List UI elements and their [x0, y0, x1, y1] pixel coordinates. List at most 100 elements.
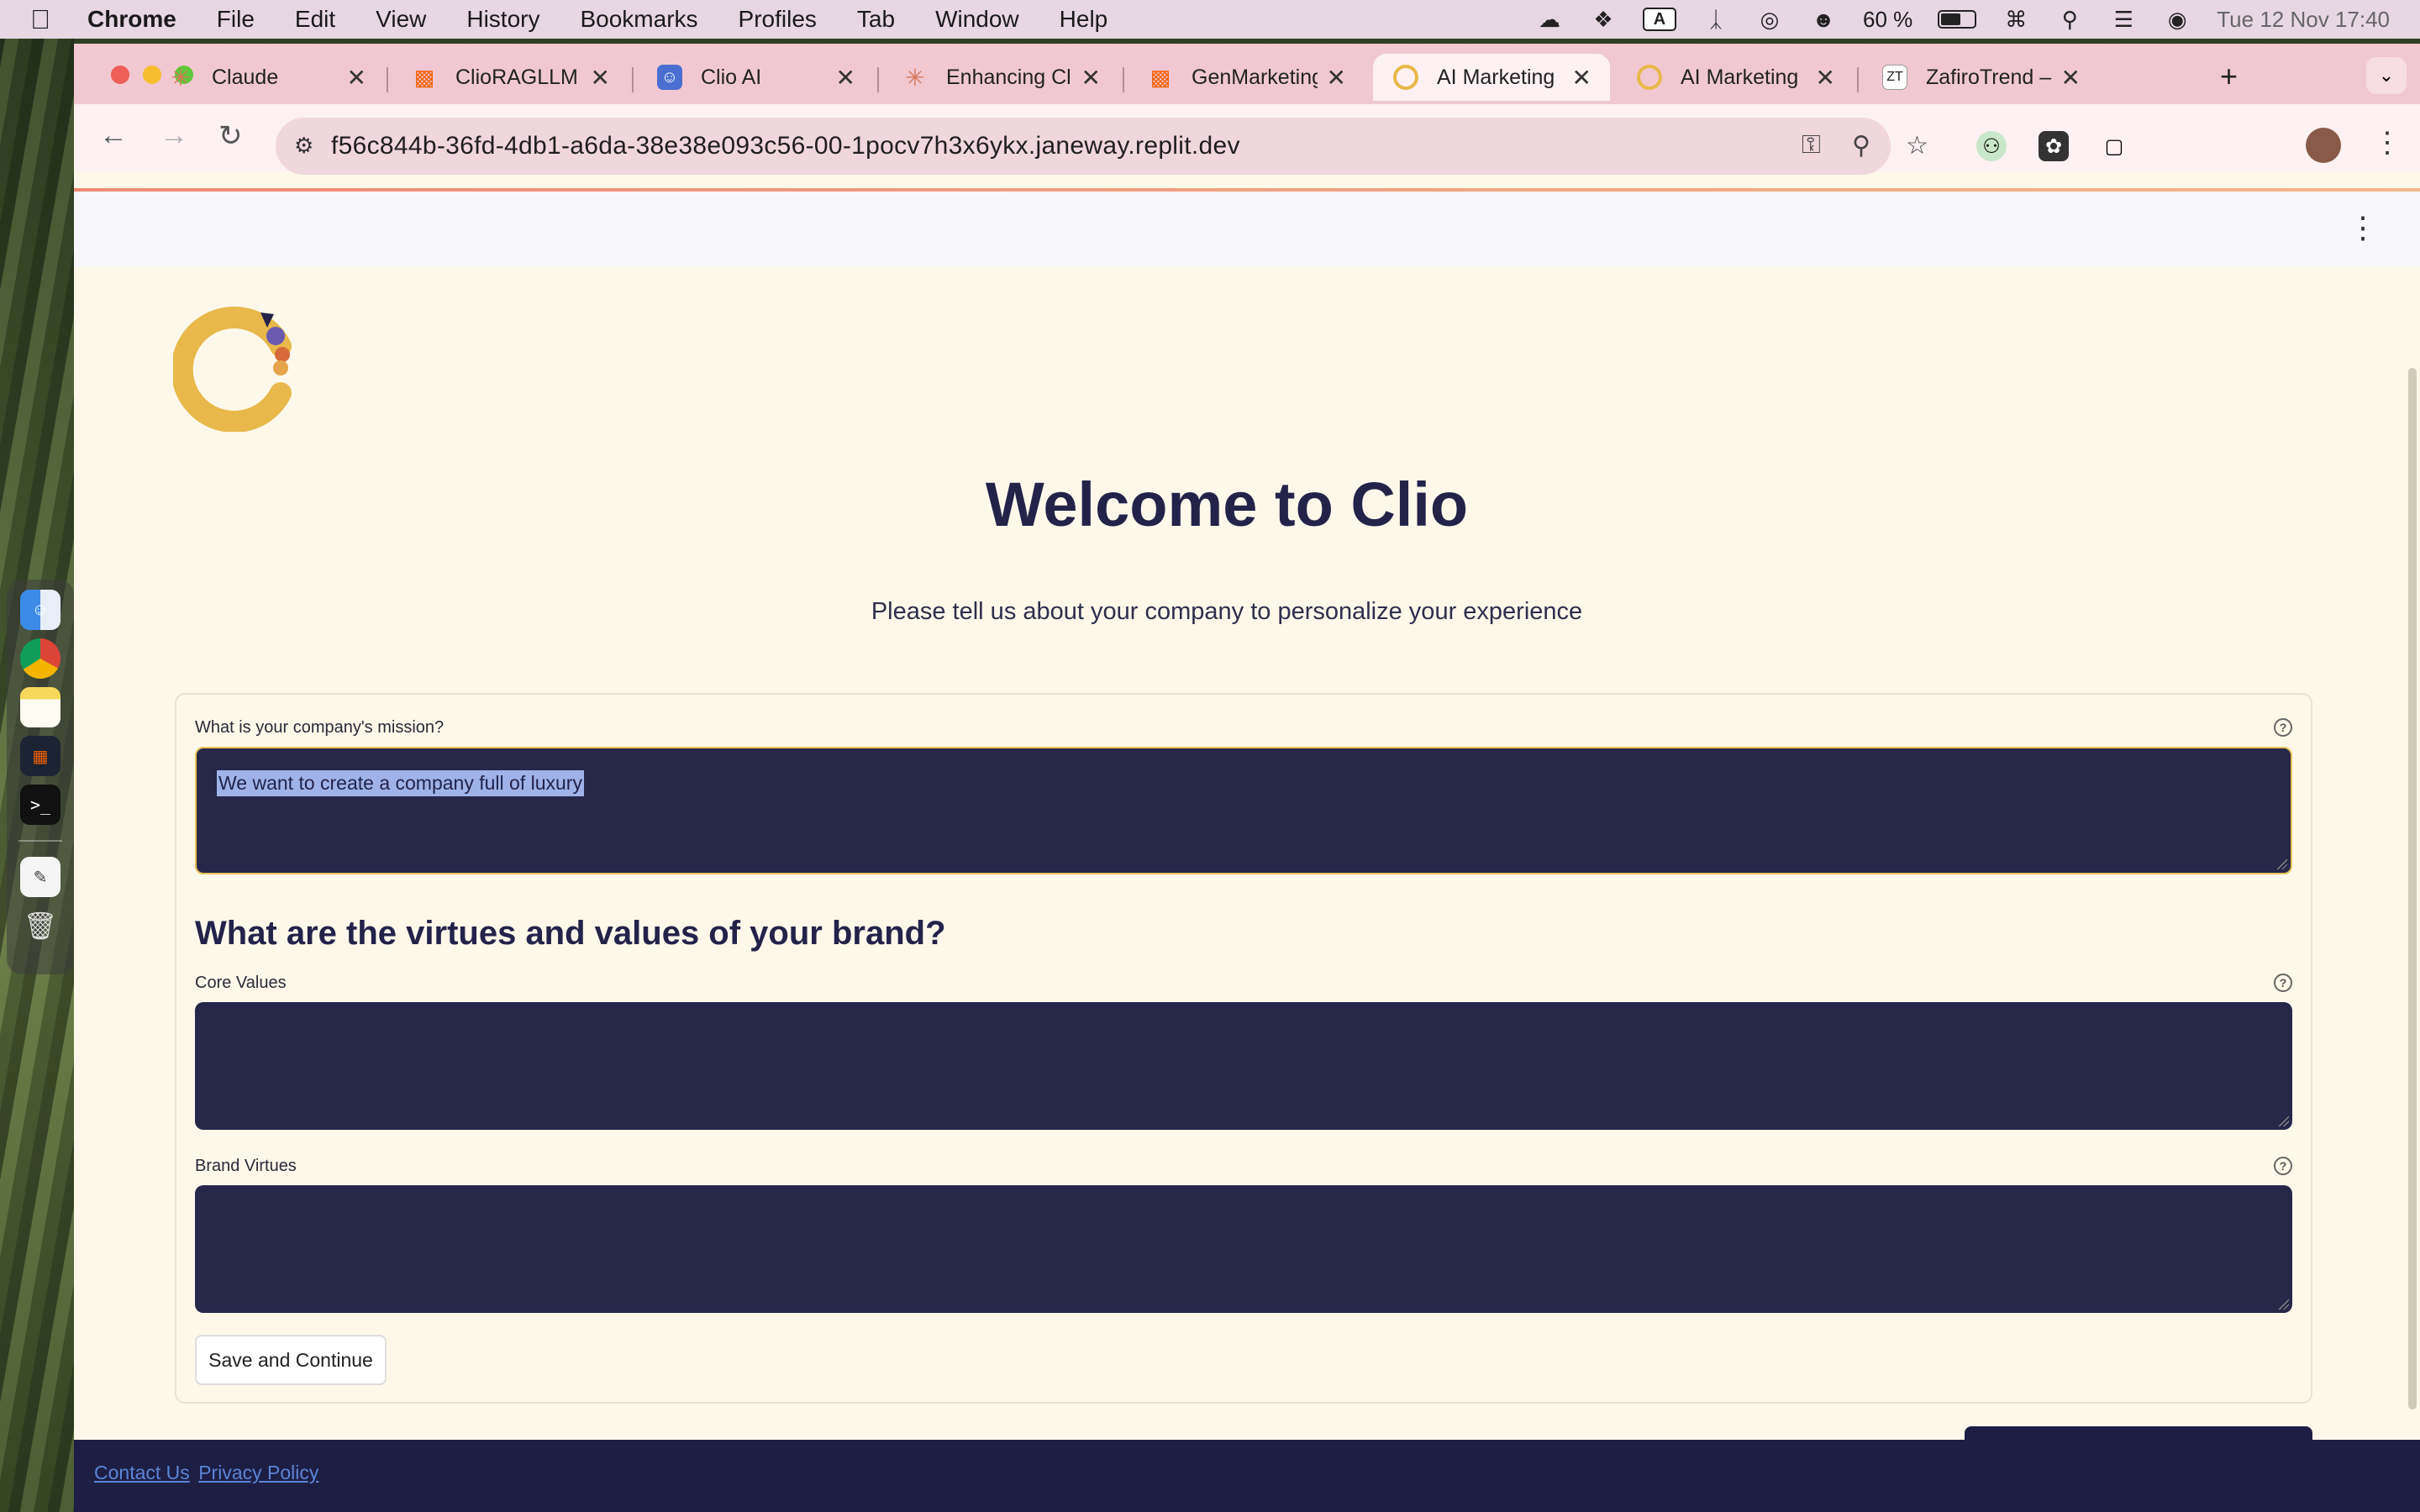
control-center-icon[interactable]: ☰ [2109, 7, 2138, 32]
resize-grip-icon[interactable] [2277, 1298, 2289, 1310]
tab-separator [1123, 67, 1124, 92]
page-scrollbar[interactable] [2408, 368, 2417, 1410]
brand-virtues-label: Brand Virtues [195, 1157, 297, 1175]
menu-bookmarks[interactable]: Bookmarks [580, 6, 697, 33]
tab-search-chevron-icon[interactable]: ⌄ [2366, 57, 2407, 94]
battery-icon[interactable] [1938, 10, 1977, 29]
input-source-icon[interactable]: A [1643, 8, 1676, 31]
tab-title: Enhancing Cli [946, 65, 1072, 89]
mission-text[interactable]: We want to create a company full of luxu… [217, 770, 584, 796]
browser-tab[interactable]: AI Marketing ✕ [1373, 54, 1610, 101]
save-and-continue-button[interactable]: Save and Continue [195, 1335, 387, 1385]
tab-separator [387, 67, 388, 92]
app-header: ⋮ [74, 192, 2420, 267]
tab-close-icon[interactable]: ✕ [591, 64, 610, 92]
forward-arrow-icon[interactable]: → [160, 119, 188, 152]
core-values-textarea[interactable] [195, 1002, 2292, 1130]
browser-tab[interactable]: ▩ GenMarketing ✕ [1128, 54, 1365, 101]
menu-help[interactable]: Help [1060, 6, 1108, 33]
site-info-icon[interactable]: ⚙ [294, 133, 313, 159]
claude-icon: ✳ [905, 64, 925, 91]
tab-title: AI Marketing [1681, 65, 1799, 89]
menu-window[interactable]: Window [935, 6, 1019, 33]
brand-virtues-textarea[interactable] [195, 1185, 2292, 1313]
dropbox-icon[interactable]: ❖ [1589, 7, 1618, 32]
browser-tab[interactable]: ✳ Enhancing Cli ✕ [882, 54, 1119, 101]
profile-avatar[interactable] [2306, 128, 2341, 163]
dock-separator [18, 840, 62, 842]
privacy-policy-link[interactable]: Privacy Policy [198, 1462, 318, 1483]
extension-bot-icon[interactable]: ⚇ [1976, 131, 2007, 161]
address-bar[interactable]: ⚙ f56c844b-36fd-4db1-a6da-38e38e093c56-0… [276, 118, 1928, 175]
macos-menubar:  Chrome File Edit View History Bookmark… [0, 0, 2420, 39]
menu-history[interactable]: History [466, 6, 539, 33]
apple-icon[interactable]:  [30, 4, 64, 35]
textedit-icon[interactable]: ✎ [20, 857, 60, 897]
core-values-help-icon[interactable]: ? [2274, 974, 2292, 992]
menu-app-name[interactable]: Chrome [87, 6, 176, 33]
tab-strip: ✳ Claude ✕ ▩ ClioRAGLLM - ✕ ☺ Clio AI ✕ ✳ Enhancin… [74, 44, 2420, 104]
password-key-icon[interactable]: ⚿ [1802, 131, 1821, 160]
contact-us-link[interactable]: Contact Us [94, 1462, 190, 1483]
tab-title: ClioRAGLLM - [455, 65, 581, 89]
tab-close-icon[interactable]: ✕ [2061, 64, 2081, 92]
mission-label: What is your company's mission? [195, 718, 445, 737]
clio-icon [1393, 65, 1418, 90]
terminal-icon[interactable]: >_ [20, 785, 60, 825]
openai-extension-icon[interactable]: ✿ [2039, 131, 2069, 161]
finder-icon[interactable]: ☺ [20, 590, 60, 630]
extensions-puzzle-icon[interactable]: ▢ [2099, 131, 2129, 161]
zt-icon: ZT [1882, 65, 1907, 90]
tab-title: GenMarketing [1192, 65, 1318, 89]
url-text[interactable]: f56c844b-36fd-4db1-a6da-38e38e093c56-00-… [331, 132, 1240, 160]
creative-cloud-icon[interactable]: ☁ [1535, 7, 1564, 32]
close-window-button[interactable] [111, 66, 129, 84]
menu-view[interactable]: View [376, 6, 426, 33]
menu-edit[interactable]: Edit [295, 6, 335, 33]
tab-close-icon[interactable]: ✕ [347, 64, 366, 92]
claude-icon: ✳ [171, 64, 191, 91]
menu-file[interactable]: File [217, 6, 255, 33]
bookmark-star-icon[interactable]: ☆ [1906, 131, 1928, 160]
menu-profiles[interactable]: Profiles [739, 6, 817, 33]
browser-tab[interactable]: ZT ZafiroTrend – ✕ [1862, 54, 2099, 101]
spotlight-search-icon[interactable]: ⚲ [2055, 7, 2084, 32]
resize-grip-icon[interactable] [2277, 1115, 2289, 1126]
browser-tab[interactable]: ☺ Clio AI ✕ [637, 54, 874, 101]
notes-icon[interactable] [20, 687, 60, 727]
user-icon[interactable]: ☻ [1809, 7, 1838, 32]
chrome-icon[interactable] [20, 638, 60, 679]
values-heading: What are the virtues and values of your … [195, 915, 946, 952]
airdrop-icon[interactable]: ◎ [1755, 7, 1784, 32]
browser-tab[interactable]: AI Marketing ✕ [1617, 54, 1854, 101]
siri-icon[interactable]: ◉ [2163, 7, 2191, 32]
clock[interactable]: Tue 12 Nov 17:40 [2217, 7, 2390, 33]
bot-icon: ☺ [657, 65, 682, 90]
tab-close-icon[interactable]: ✕ [1327, 64, 1346, 92]
new-tab-button[interactable]: + [2220, 59, 2238, 94]
reload-icon[interactable]: ↻ [218, 119, 243, 153]
replit-icon: ▩ [1150, 64, 1171, 90]
browser-tab[interactable]: ✳ Claude ✕ [148, 54, 385, 101]
tab-close-icon[interactable]: ✕ [1816, 64, 1835, 92]
tab-close-icon[interactable]: ✕ [1572, 64, 1591, 92]
app-menu-icon[interactable]: ⋮ [2348, 210, 2378, 245]
tab-separator [1857, 67, 1859, 92]
brand-virtues-help-icon[interactable]: ? [2274, 1157, 2292, 1175]
app-footer: Contact Us Privacy Policy [74, 1440, 2420, 1512]
zoom-icon[interactable]: ⚲ [1852, 131, 1870, 160]
bluetooth-icon[interactable]: ᛣ [1702, 7, 1730, 32]
trash-icon[interactable]: 🗑 [20, 906, 60, 946]
tab-close-icon[interactable]: ✕ [836, 64, 855, 92]
back-arrow-icon[interactable]: ← [99, 119, 128, 152]
wifi-icon[interactable]: ⌘ [2002, 7, 2030, 32]
mission-textarea[interactable]: We want to create a company full of luxu… [195, 747, 2292, 874]
mission-help-icon[interactable]: ? [2274, 718, 2292, 737]
battery-percent: 60 % [1863, 6, 1913, 32]
browser-menu-icon[interactable]: ⋮ [2373, 126, 2402, 160]
resize-grip-icon[interactable] [2275, 858, 2287, 869]
tab-close-icon[interactable]: ✕ [1081, 64, 1101, 92]
replit-icon[interactable]: ▦ [20, 736, 60, 776]
browser-tab[interactable]: ▩ ClioRAGLLM - ✕ [392, 54, 629, 101]
menu-tab[interactable]: Tab [857, 6, 895, 33]
